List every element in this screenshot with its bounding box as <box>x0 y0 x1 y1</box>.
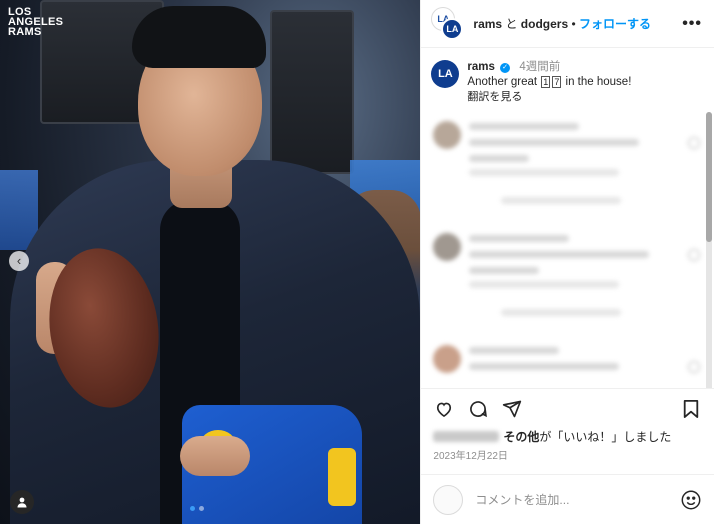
comment-line <box>469 123 580 130</box>
comment-line <box>469 267 540 274</box>
comment-meta <box>469 281 620 288</box>
carousel-dot <box>199 506 204 511</box>
bookmark-icon[interactable] <box>680 398 702 420</box>
avatar-dodgers[interactable]: LA <box>441 17 464 40</box>
collab-avatars[interactable]: LA LA <box>431 6 465 41</box>
hand <box>180 436 250 476</box>
avatar <box>433 345 462 373</box>
comment-meta <box>469 169 620 176</box>
carousel-dot-active <box>190 506 195 511</box>
more-options-icon[interactable]: ••• <box>682 15 702 33</box>
chevron-left-icon[interactable]: ‹ <box>9 251 29 271</box>
carousel-indicator <box>190 506 204 511</box>
comment-item[interactable] <box>421 223 714 335</box>
person-icon <box>17 497 27 508</box>
logo-line: RAMS <box>8 26 42 38</box>
avatar <box>433 233 462 261</box>
likes-text: が「いいね！」しました <box>539 430 672 444</box>
post-photo[interactable]: LOS ANGELES RAMS ‹ <box>0 0 421 524</box>
comment-line <box>469 139 640 146</box>
add-comment-bar <box>421 474 714 524</box>
towel-stripe <box>328 448 356 506</box>
header-accounts: rams と dodgers • フォローする <box>473 15 682 32</box>
verified-badge-icon: ✓ <box>500 63 511 73</box>
comment-input[interactable] <box>473 491 681 508</box>
comment-item[interactable] <box>421 111 714 223</box>
smiley-icon[interactable] <box>680 489 702 511</box>
avatar <box>433 121 462 149</box>
team-logo-watermark: LOS ANGELES RAMS <box>8 7 63 38</box>
connector-text: と <box>505 17 518 31</box>
likes-summary[interactable]: その他が「いいね！」しました <box>433 428 671 445</box>
post-caption: LA rams ✓ 4週間前 Another great 17 in the h… <box>421 48 714 111</box>
comment-line <box>469 235 570 242</box>
comment-item[interactable] <box>421 335 714 388</box>
comment-line <box>469 347 560 354</box>
caption-text: in the house! <box>565 76 632 88</box>
action-bar <box>421 388 714 428</box>
liker-name[interactable] <box>433 431 500 442</box>
heart-icon[interactable] <box>433 398 455 420</box>
heart-icon <box>688 249 700 261</box>
avatar[interactable]: LA <box>431 60 460 88</box>
translate-link[interactable]: 翻訳を見る <box>467 91 522 103</box>
follow-button[interactable]: フォローする <box>579 17 651 31</box>
comment-line <box>469 251 650 258</box>
view-replies <box>501 197 622 204</box>
avatar <box>433 484 464 515</box>
likes-others[interactable]: その他 <box>503 430 539 444</box>
comment-line <box>469 155 530 162</box>
stadium-speaker <box>270 10 354 174</box>
heart-icon <box>688 361 700 373</box>
share-icon[interactable] <box>501 398 523 420</box>
account-link[interactable]: rams <box>473 17 502 31</box>
post-header: LA LA rams と dodgers • フォローする ••• <box>421 0 714 48</box>
caption-time: 4週間前 <box>519 61 561 73</box>
comment-icon[interactable] <box>467 398 489 420</box>
user-tag-icon[interactable] <box>10 490 34 514</box>
heart-icon <box>688 137 700 149</box>
comments-scrollbar[interactable] <box>706 112 712 388</box>
view-replies <box>501 309 622 316</box>
caption-username[interactable]: rams <box>467 61 495 73</box>
keycap-digit-icon: 1 <box>541 76 551 88</box>
hair <box>132 6 266 68</box>
caption-text: Another great <box>467 76 538 88</box>
caption-body: rams ✓ 4週間前 Another great 17 in the hous… <box>467 60 631 105</box>
comment-line <box>469 363 620 370</box>
separator-dot: • <box>571 17 576 31</box>
instagram-post-dialog: LOS ANGELES RAMS ‹ LA LA rams と dodgers … <box>0 0 714 524</box>
keycap-digit-icon: 7 <box>552 76 562 88</box>
comments-section: LA rams ✓ 4週間前 Another great 17 in the h… <box>421 48 714 388</box>
post-side-panel: LA LA rams と dodgers • フォローする ••• LA ram… <box>420 0 714 524</box>
scrollbar-thumb[interactable] <box>706 112 712 242</box>
post-date: 2023年12月22日 <box>433 451 508 462</box>
account-link[interactable]: dodgers <box>521 17 568 31</box>
